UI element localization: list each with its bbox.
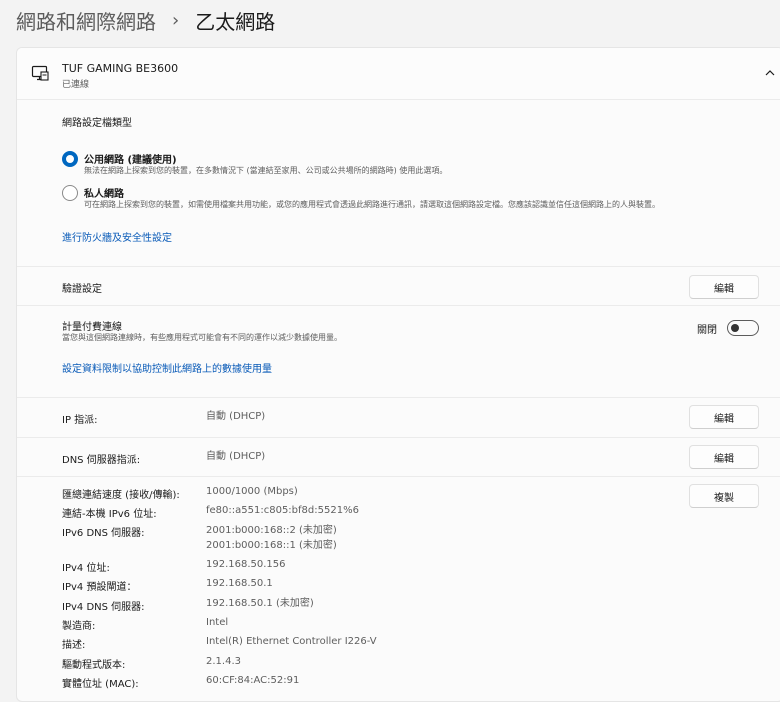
breadcrumb: 網路和網際網路 › 乙太網路	[16, 4, 275, 36]
prop-key-link-speed: 匯總連結速度 (接收/傳輸):	[62, 490, 180, 501]
divider	[17, 266, 780, 267]
auth-edit-button[interactable]: 編輯	[689, 275, 759, 299]
prop-key-ipv4-dns: IPv4 DNS 伺服器:	[62, 602, 145, 613]
divider	[17, 476, 780, 477]
prop-val-link-speed: 1000/1000 (Mbps)	[206, 486, 298, 497]
adapter-status: 已連線	[62, 80, 90, 90]
radio-private-title: 私人網路	[84, 189, 124, 200]
prop-key-driver-version: 驅動程式版本:	[62, 660, 126, 671]
metered-connection-label: 計量付費連線	[62, 322, 122, 333]
prop-val-ipv4-address: 192.168.50.156	[206, 559, 286, 570]
divider	[17, 397, 780, 398]
ethernet-monitor-icon	[31, 65, 49, 81]
ethernet-card: TUF GAMING BE3600 已連線 網路設定檔類型 公用網路 (建議使用…	[16, 47, 780, 702]
ip-assignment-label: IP 指派:	[62, 415, 98, 426]
radio-public-title: 公用網路 (建議使用)	[84, 155, 177, 166]
prop-val-ipv4-dns: 192.168.50.1 (未加密)	[206, 598, 314, 609]
radio-public-desc: 無法在網路上探索到您的裝置，在多數情況下 (當連結至家用、公司或公共場所的網路時…	[84, 166, 448, 175]
page-title: 乙太網路	[195, 9, 276, 34]
chevron-right-icon: ›	[172, 9, 180, 31]
metered-toggle-label: 關閉	[697, 324, 717, 336]
prop-val-driver-version: 2.1.4.3	[206, 656, 241, 667]
prop-key-mac-address: 實體位址 (MAC):	[62, 679, 139, 690]
metered-toggle[interactable]	[727, 320, 759, 336]
auth-settings-label: 驗證設定	[62, 284, 102, 295]
adapter-header[interactable]: TUF GAMING BE3600 已連線	[17, 48, 780, 100]
prop-key-ipv6-link-local: 連結-本機 IPv6 位址:	[62, 509, 157, 520]
prop-val-description: Intel(R) Ethernet Controller I226-V	[206, 636, 377, 647]
prop-val-mac-address: 60:CF:84:AC:52:91	[206, 675, 300, 686]
metered-toggle-group: 關閉	[697, 320, 759, 336]
prop-key-manufacturer: 製造商:	[62, 621, 96, 632]
ip-edit-button[interactable]: 編輯	[689, 405, 759, 429]
adapter-name: TUF GAMING BE3600	[62, 62, 179, 75]
chevron-up-icon[interactable]	[763, 66, 777, 80]
dns-edit-button[interactable]: 編輯	[689, 445, 759, 469]
prop-val-ipv4-gateway: 192.168.50.1	[206, 578, 273, 589]
radio-public-indicator[interactable]	[62, 151, 78, 167]
prop-key-ipv4-gateway: IPv4 預設閘道：	[62, 582, 137, 593]
profile-type-label: 網路設定檔類型	[62, 118, 132, 129]
divider	[17, 437, 780, 438]
prop-key-ipv6-dns: IPv6 DNS 伺服器:	[62, 528, 145, 539]
prop-val-ipv6-dns-1: 2001:b000:168::2 (未加密)	[206, 525, 337, 536]
radio-private-indicator[interactable]	[62, 185, 78, 201]
divider	[17, 305, 780, 306]
dns-assignment-label: DNS 伺服器指派:	[62, 455, 141, 466]
prop-key-ipv4-address: IPv4 位址:	[62, 563, 110, 574]
copy-properties-button[interactable]: 複製	[689, 484, 759, 508]
prop-val-manufacturer: Intel	[206, 617, 229, 628]
dns-assignment-value: 自動 (DHCP)	[206, 451, 266, 462]
prop-key-description: 描述:	[62, 640, 86, 651]
breadcrumb-parent[interactable]: 網路和網際網路	[16, 6, 156, 35]
ip-assignment-value: 自動 (DHCP)	[206, 411, 266, 422]
metered-connection-desc: 當您與這個網路連線時，有些應用程式可能會有不同的運作以減少數據使用量。	[62, 333, 342, 342]
radio-private-desc: 可在網路上探索到您的裝置，如需使用檔案共用功能，或您的應用程式會透過此網路進行通…	[84, 200, 660, 209]
prop-val-ipv6-dns-2: 2001:b000:168::1 (未加密)	[206, 540, 337, 551]
toggle-knob	[731, 324, 739, 332]
firewall-settings-link[interactable]: 進行防火牆及安全性設定	[62, 229, 172, 244]
prop-val-ipv6-link-local: fe80::a551:c805:bf8d:5521%6	[206, 505, 359, 516]
data-limit-link[interactable]: 設定資料限制以協助控制此網路上的數據使用量	[62, 360, 272, 375]
